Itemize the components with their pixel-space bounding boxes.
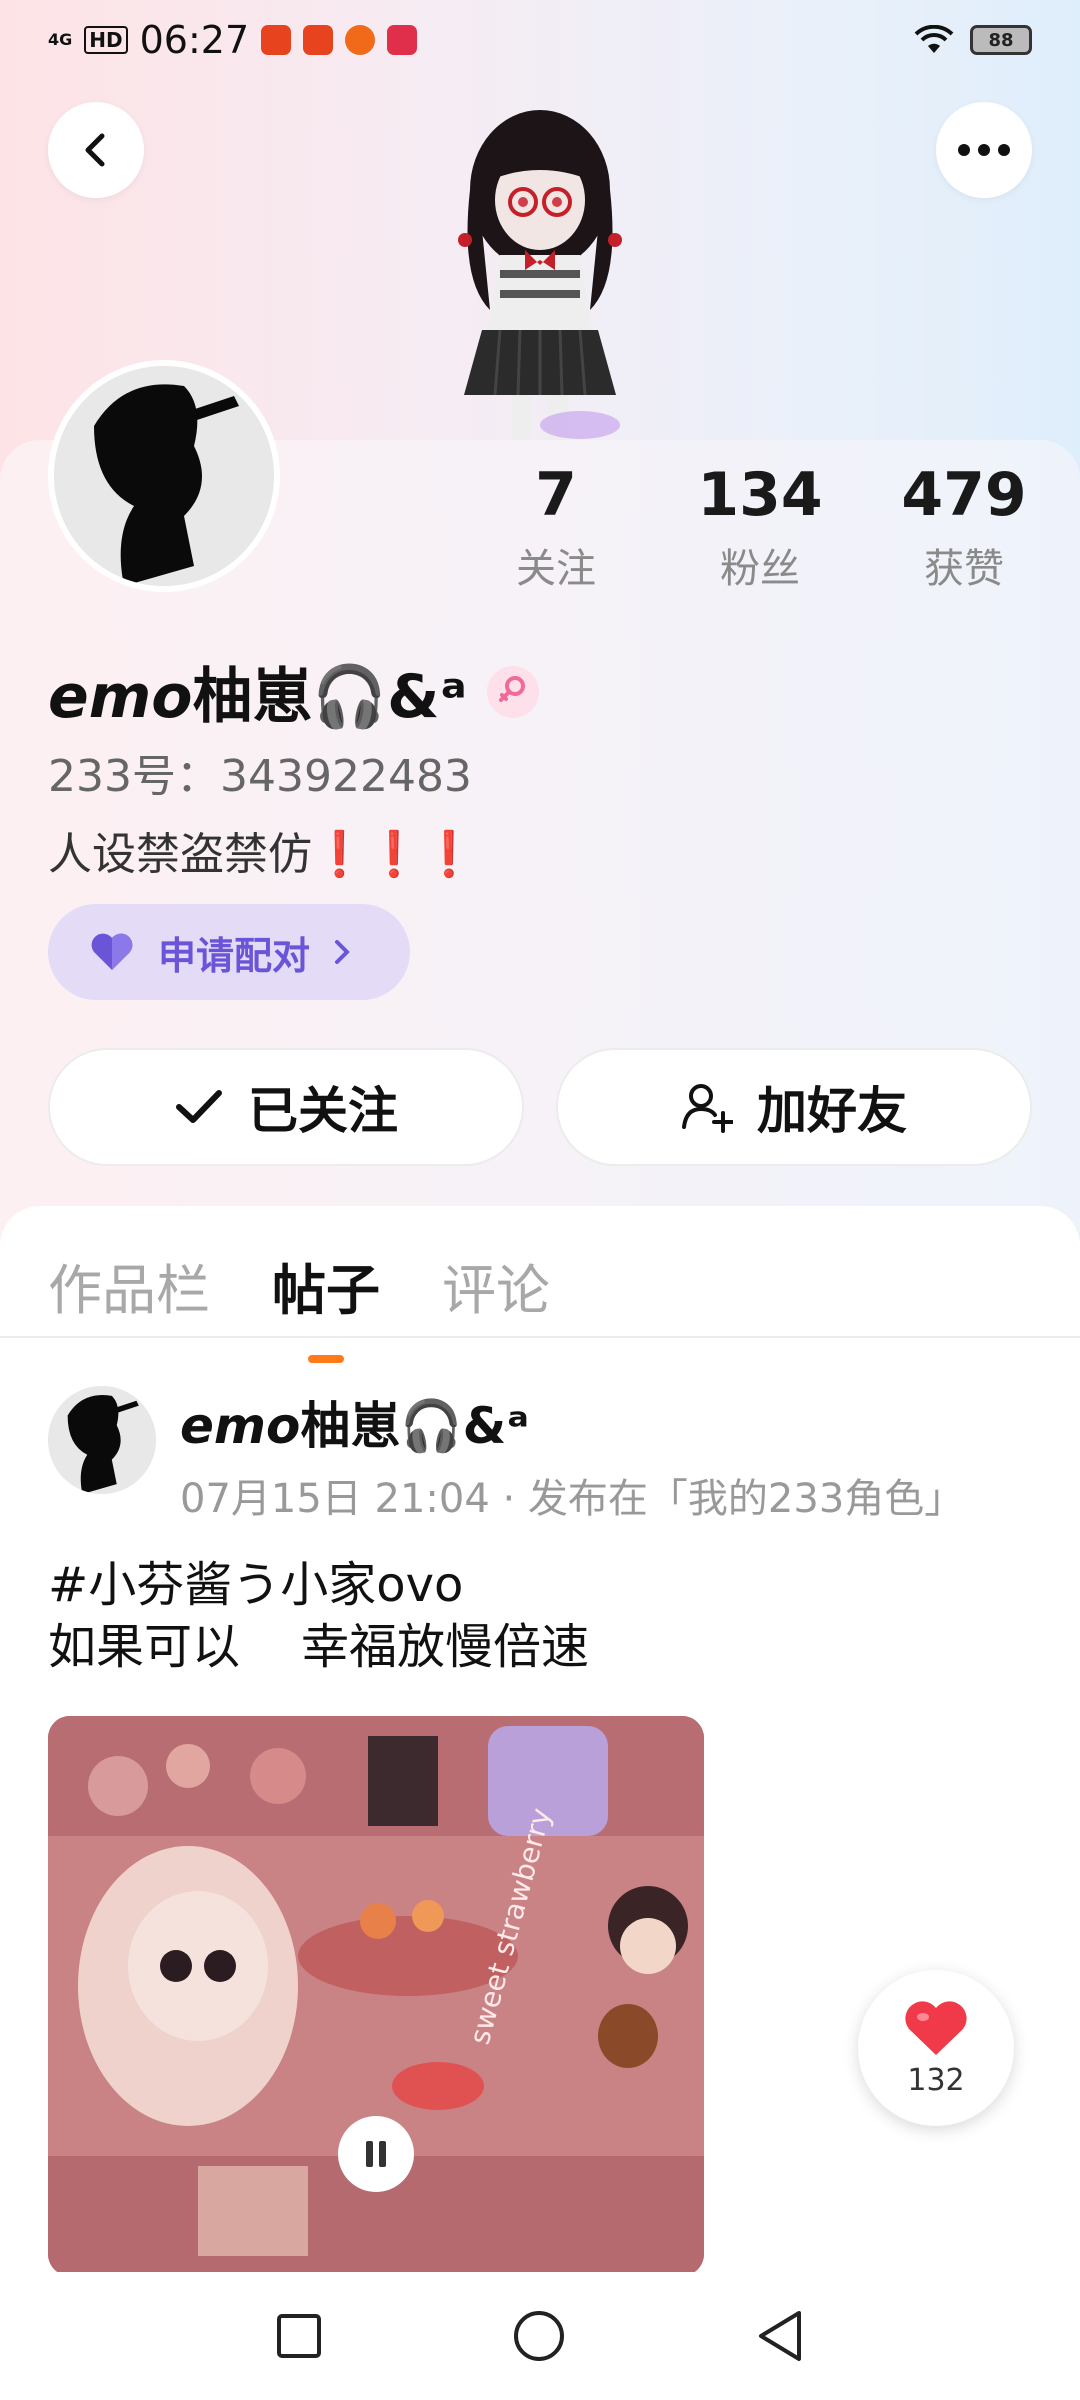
tab-comments[interactable]: 评论 [442, 1246, 550, 1325]
post-text: #小芬酱う小家ovo 如果可以 幸福放慢倍速 [48, 1554, 589, 1678]
post-author-rest: 柚崽🎧&ᵃ [300, 1397, 530, 1455]
system-nav-bar [0, 2272, 1080, 2400]
following-button-label: 已关注 [248, 1082, 398, 1140]
username: emo柚崽🎧&ᵃ [48, 648, 539, 735]
request-pair-label: 申请配对 [158, 933, 311, 978]
username-rest: 柚崽🎧&ᵃ [192, 662, 467, 732]
tab-bar: 作品栏 帖子 评论 [48, 1246, 550, 1363]
post-text-line: 如果可以 幸福放慢倍速 [48, 1619, 590, 1675]
app-notification-icon [345, 25, 376, 55]
divider [0, 1336, 1080, 1338]
following-button[interactable]: 已关注 [48, 1048, 524, 1166]
followers-label: 粉丝 [720, 546, 800, 592]
stat-likes[interactable]: 479 获赞 [874, 460, 1054, 594]
add-user-icon [682, 1084, 733, 1133]
post-author-avatar[interactable] [48, 1386, 156, 1494]
more-dots-icon [958, 144, 1010, 156]
clock: 06:27 [139, 18, 250, 62]
status-bar: 4G HD 06:27 88 [0, 0, 1080, 80]
likes-label: 获赞 [924, 546, 1004, 592]
following-count: 7 [535, 460, 577, 530]
tab-posts-label: 帖子 [272, 1259, 380, 1322]
bio-exclamation-marks: ❗❗❗ [312, 829, 477, 880]
more-button[interactable] [936, 102, 1032, 198]
video-thumbnail: sweet strawberry [48, 1716, 704, 2276]
character-figure [458, 110, 622, 440]
home-icon[interactable] [512, 2309, 566, 2363]
battery-icon: 88 [970, 25, 1032, 55]
app-notification-icon [387, 25, 418, 55]
avatar-silhouette [48, 1386, 156, 1494]
stat-followers[interactable]: 134 粉丝 [670, 460, 850, 594]
post-meta: 07月15日 21:04 · 发布在「我的233角色」 [180, 1476, 965, 1522]
add-friend-button[interactable]: 加好友 [556, 1048, 1032, 1166]
account-id: 233号：343922483 [48, 751, 472, 802]
checkmark-icon [176, 1090, 222, 1123]
app-notification-icon [261, 25, 292, 55]
wifi-icon [914, 25, 954, 53]
pause-icon [366, 2141, 386, 2167]
like-button[interactable]: 132 [858, 1970, 1014, 2126]
post-author-name[interactable]: emo柚崽🎧&ᵃ [180, 1386, 529, 1458]
chevron-left-icon [85, 133, 105, 167]
profile-page: 4G HD 06:27 88 7 关注 134 粉丝 479 获赞 emo柚崽🎧… [0, 0, 1080, 2400]
stat-following[interactable]: 7 关注 [466, 460, 646, 594]
like-count: 132 [907, 2062, 965, 2098]
heart-icon [91, 933, 133, 970]
chevron-right-icon [335, 940, 350, 964]
recent-apps-icon[interactable] [275, 2312, 323, 2360]
content-section: 作品栏 帖子 评论 emo柚崽🎧&ᵃ 07月15日 21:04 · 发布在「我的… [0, 1206, 1080, 2400]
network-indicator: 4G [48, 30, 73, 49]
following-label: 关注 [516, 546, 596, 592]
avatar-silhouette [54, 366, 274, 586]
back-nav-icon[interactable] [755, 2309, 805, 2363]
followers-count: 134 [697, 460, 823, 530]
bio-text: 人设禁盗禁仿 [48, 829, 312, 880]
username-prefix: emo [48, 662, 193, 732]
tab-works[interactable]: 作品栏 [48, 1246, 210, 1325]
pause-button[interactable] [338, 2116, 414, 2192]
add-friend-label: 加好友 [757, 1082, 907, 1140]
heart-icon [905, 2000, 967, 2055]
request-pair-button[interactable]: 申请配对 [48, 904, 410, 1000]
back-button[interactable] [48, 102, 144, 198]
post-video[interactable]: sweet strawberry [48, 1716, 704, 2276]
post-text-line: #小芬酱う小家ovo [48, 1557, 464, 1613]
tab-posts[interactable]: 帖子 [272, 1246, 380, 1363]
hd-badge: HD [84, 26, 128, 54]
active-tab-indicator [308, 1355, 344, 1363]
bio: 人设禁盗禁仿❗❗❗ [48, 818, 476, 882]
app-notification-icon [303, 25, 334, 55]
post-author-prefix: emo [180, 1397, 301, 1455]
avatar[interactable] [48, 360, 280, 592]
likes-count: 479 [901, 460, 1027, 530]
female-icon [486, 665, 539, 718]
